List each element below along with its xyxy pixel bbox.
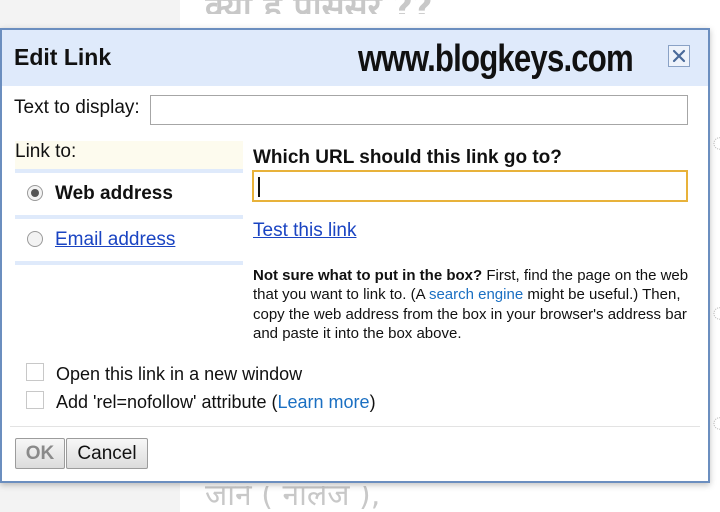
email-address-radio[interactable] [27,231,43,247]
help-bold: Not sure what to put in the box? [253,267,483,284]
web-address-option[interactable]: Web address [15,169,243,215]
footer-divider [10,426,700,427]
help-text: Not sure what to put in the box? First, … [253,266,693,344]
link-type-panel: Link to: Web address Email address [15,141,243,265]
new-window-checkbox[interactable] [26,363,44,381]
text-caret [258,177,260,197]
text-to-display-label: Text to display: [14,97,140,118]
test-link[interactable]: Test this link [253,220,356,242]
search-engine-link[interactable]: search engine [429,286,523,303]
close-icon [672,49,686,63]
background-text-fragment: ा [712,130,720,156]
watermark: www.blogkeys.com [358,38,634,80]
cancel-button[interactable]: Cancel [66,438,148,469]
nofollow-prefix: Add 'rel=nofollow' attribute ( [56,392,278,412]
new-window-label: Open this link in a new window [56,364,303,384]
link-to-label: Link to: [15,141,77,162]
email-address-label[interactable]: Email address [55,229,175,251]
background-heading: क्या है प्रोसेसर ?? [205,0,433,14]
ok-button[interactable]: OK [15,438,65,469]
nofollow-suffix: ) [369,392,376,412]
text-to-display-input[interactable] [150,95,688,125]
panel-divider [15,261,243,265]
background-text-fragment: ा [712,410,720,436]
url-input[interactable] [252,170,688,202]
close-button[interactable] [668,45,690,67]
learn-more-link[interactable]: Learn more [278,392,370,412]
background-text-fragment: ा [712,300,720,326]
edit-link-dialog: Edit Link www.blogkeys.com Text to displ… [0,28,710,483]
dialog-title: Edit Link [14,44,112,70]
dialog-header: Edit Link www.blogkeys.com [2,30,708,86]
url-heading: Which URL should this link go to? [253,147,562,168]
nofollow-checkbox[interactable] [26,391,44,409]
background-footer-text: जानें ( नॉलेज ), [205,486,381,512]
web-address-label: Web address [55,183,173,204]
nofollow-label: Add 'rel=nofollow' attribute (Learn more… [56,392,376,413]
email-address-option[interactable]: Email address [15,215,243,261]
web-address-radio[interactable] [27,185,43,201]
